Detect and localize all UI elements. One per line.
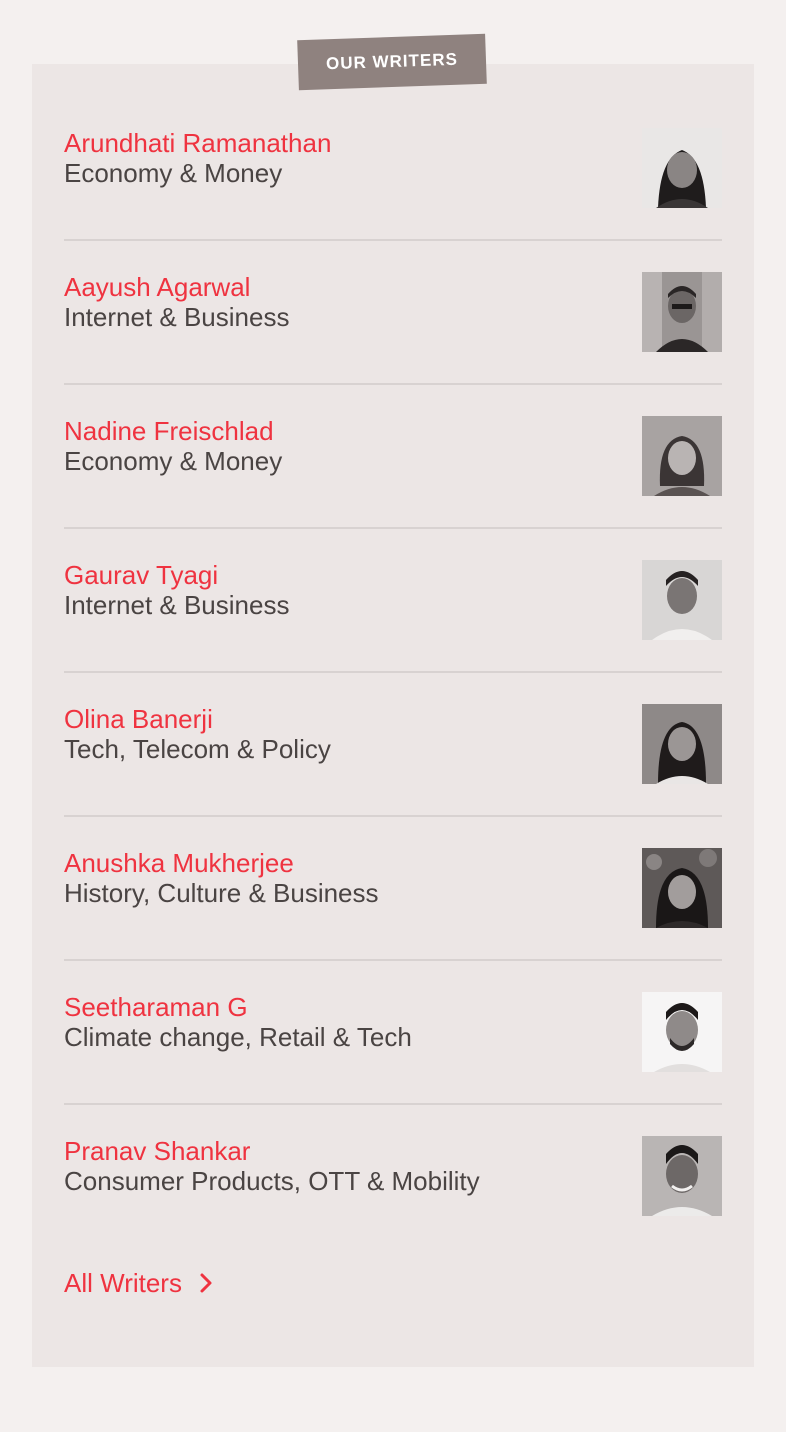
writer-name[interactable]: Arundhati Ramanathan xyxy=(64,128,331,158)
writer-row[interactable]: Gaurav Tyagi Internet & Business xyxy=(64,560,722,704)
writer-text: Olina Banerji Tech, Telecom & Policy xyxy=(64,704,331,764)
writer-avatar[interactable] xyxy=(642,272,722,352)
writer-beat: Climate change, Retail & Tech xyxy=(64,1022,412,1052)
all-writers-link[interactable]: All Writers xyxy=(64,1268,214,1298)
writer-beat: Internet & Business xyxy=(64,590,290,620)
writer-row[interactable]: Pranav Shankar Consumer Products, OTT & … xyxy=(64,1136,722,1280)
writer-row[interactable]: Aayush Agarwal Internet & Business xyxy=(64,272,722,416)
writer-beat: Internet & Business xyxy=(64,302,290,332)
row-divider xyxy=(64,815,722,817)
writer-text: Aayush Agarwal Internet & Business xyxy=(64,272,289,332)
row-divider xyxy=(64,383,722,385)
row-divider xyxy=(64,959,722,961)
row-divider xyxy=(64,527,722,529)
writer-name[interactable]: Nadine Freischlad xyxy=(64,416,282,446)
writer-row[interactable]: Anushka Mukherjee History, Culture & Bus… xyxy=(64,848,722,992)
writer-text: Pranav Shankar Consumer Products, OTT & … xyxy=(64,1136,480,1196)
writer-beat: Tech, Telecom & Policy xyxy=(64,734,331,764)
writer-name[interactable]: Olina Banerji xyxy=(64,704,331,734)
writer-avatar[interactable] xyxy=(642,416,722,496)
row-divider xyxy=(64,1103,722,1105)
writer-text: Arundhati Ramanathan Economy & Money xyxy=(64,128,331,188)
writer-row[interactable]: Nadine Freischlad Economy & Money xyxy=(64,416,722,560)
writer-text: Gaurav Tyagi Internet & Business xyxy=(64,560,289,620)
writer-name[interactable]: Anushka Mukherjee xyxy=(64,848,379,878)
row-divider xyxy=(64,239,722,241)
section-badge: OUR WRITERS xyxy=(297,33,487,91)
row-divider xyxy=(64,671,722,673)
writer-avatar[interactable] xyxy=(642,128,722,208)
writer-avatar[interactable] xyxy=(642,848,722,928)
chevron-right-icon xyxy=(198,1272,214,1294)
writer-text: Nadine Freischlad Economy & Money xyxy=(64,416,282,476)
writer-row[interactable]: Olina Banerji Tech, Telecom & Policy xyxy=(64,704,722,848)
writer-avatar[interactable] xyxy=(642,1136,722,1216)
writer-name[interactable]: Gaurav Tyagi xyxy=(64,560,289,590)
writer-text: Seetharaman G Climate change, Retail & T… xyxy=(64,992,412,1052)
writer-text: Anushka Mukherjee History, Culture & Bus… xyxy=(64,848,379,908)
writer-row[interactable]: Arundhati Ramanathan Economy & Money xyxy=(64,128,722,272)
writer-row[interactable]: Seetharaman G Climate change, Retail & T… xyxy=(64,992,722,1136)
writer-beat: Economy & Money xyxy=(64,446,283,476)
writer-beat: Economy & Money xyxy=(64,158,283,188)
writer-avatar[interactable] xyxy=(642,992,722,1072)
writer-beat: Consumer Products, OTT & Mobility xyxy=(64,1166,480,1196)
writer-name[interactable]: Pranav Shankar xyxy=(64,1136,480,1166)
all-writers-label: All Writers xyxy=(64,1268,182,1298)
writer-name[interactable]: Seetharaman G xyxy=(64,992,412,1022)
writer-avatar[interactable] xyxy=(642,704,722,784)
writer-name[interactable]: Aayush Agarwal xyxy=(64,272,289,302)
writer-avatar[interactable] xyxy=(642,560,722,640)
writer-beat: History, Culture & Business xyxy=(64,878,379,908)
